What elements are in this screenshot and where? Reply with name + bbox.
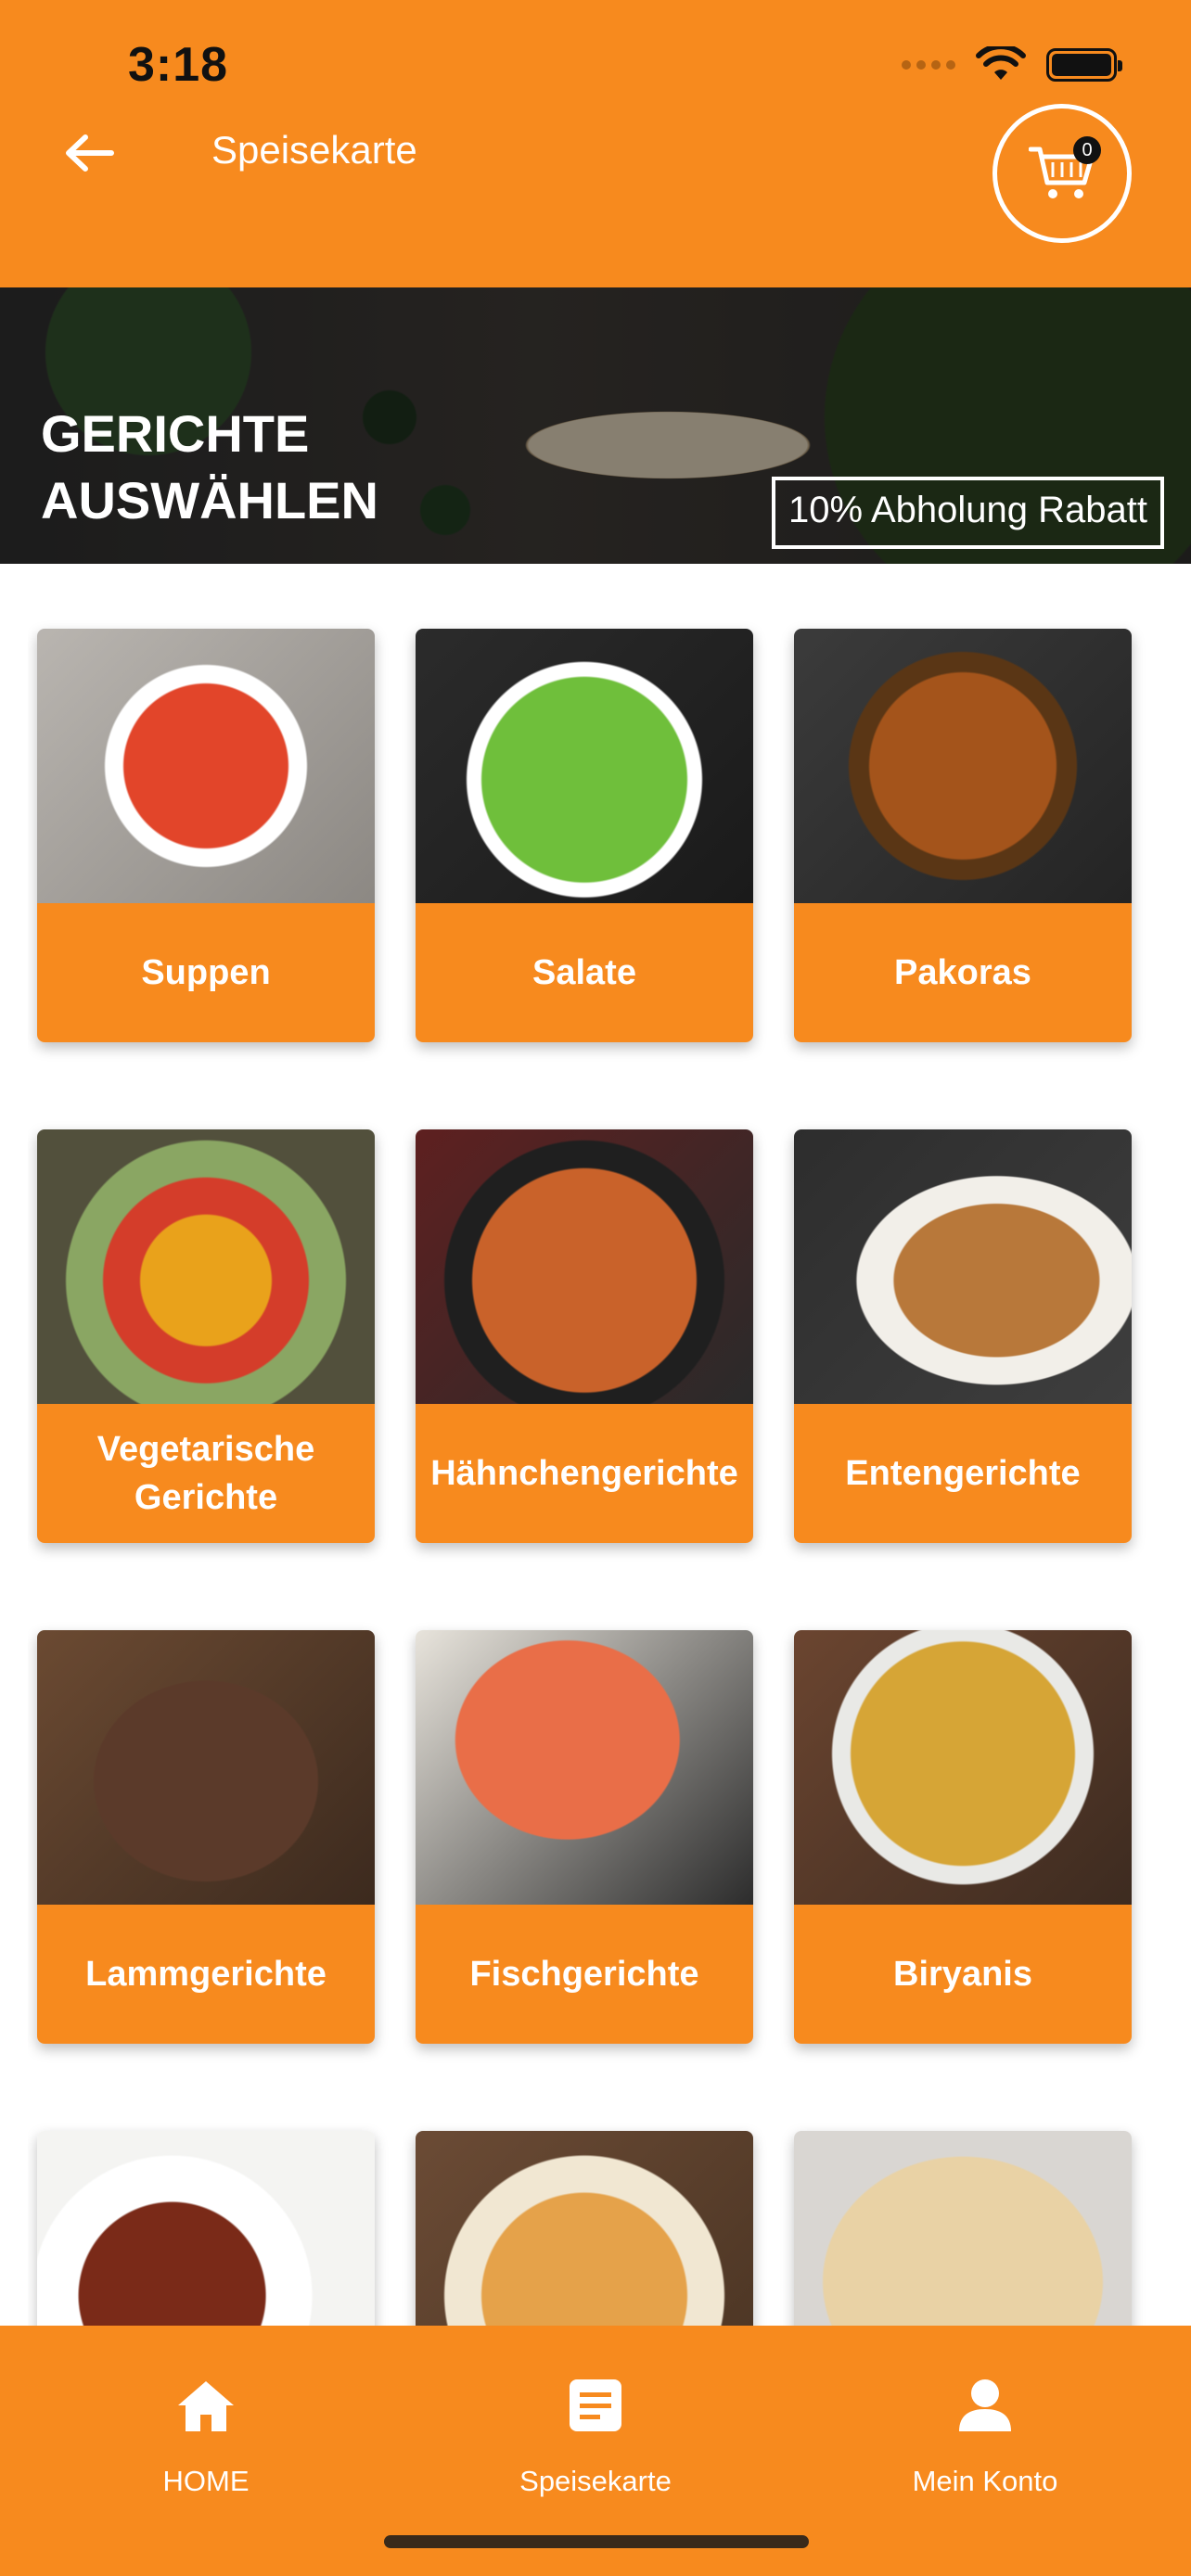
battery-icon xyxy=(1046,48,1122,82)
category-label: Vegetarische Gerichte xyxy=(37,1404,375,1543)
category-card-entengerichte[interactable]: Entengerichte xyxy=(794,1129,1132,1543)
menu-icon xyxy=(570,2379,621,2431)
category-card[interactable] xyxy=(37,2131,375,2326)
category-image xyxy=(794,2131,1132,2326)
status-time: 3:18 xyxy=(128,38,229,92)
category-image xyxy=(794,1129,1132,1404)
category-card-vegetarische-gerichte[interactable]: Vegetarische Gerichte xyxy=(37,1129,375,1543)
home-indicator[interactable] xyxy=(384,2535,809,2548)
promo-banner: GERICHTE AUSWÄHLEN 10% Abholung Rabatt xyxy=(0,287,1191,564)
category-label: Entengerichte xyxy=(794,1404,1132,1543)
home-icon xyxy=(178,2381,234,2431)
back-button[interactable] xyxy=(52,121,126,185)
category-image xyxy=(416,1129,753,1404)
category-image xyxy=(37,1630,375,1905)
category-image xyxy=(794,1630,1132,1905)
nav-item-label: Mein Konto xyxy=(912,2465,1058,2497)
category-label: Pakoras xyxy=(794,903,1132,1042)
category-image xyxy=(37,629,375,903)
category-image xyxy=(416,2131,753,2326)
account-icon xyxy=(959,2379,1011,2431)
arrow-left-icon xyxy=(66,134,114,172)
nav-item-label: Speisekarte xyxy=(519,2465,672,2497)
category-label: Biryanis xyxy=(794,1905,1132,2044)
category-label: Fischgerichte xyxy=(416,1905,753,2044)
category-card[interactable] xyxy=(794,2131,1132,2326)
category-card-lammgerichte[interactable]: Lammgerichte xyxy=(37,1630,375,2044)
category-grid: Suppen Salate Pakoras Vegetarische Geric… xyxy=(28,593,1163,2326)
category-image xyxy=(37,2131,375,2326)
nav-item-label: HOME xyxy=(162,2465,250,2497)
nav-item-speisekarte[interactable]: Speisekarte xyxy=(456,2378,735,2498)
cart-count-badge: 0 xyxy=(1073,136,1101,164)
banner-title: GERICHTE AUSWÄHLEN xyxy=(41,404,378,529)
category-card[interactable] xyxy=(416,2131,753,2326)
category-card-suppen[interactable]: Suppen xyxy=(37,629,375,1042)
signal-icon xyxy=(902,60,955,70)
category-image xyxy=(37,1129,375,1404)
category-label: Lammgerichte xyxy=(37,1905,375,2044)
status-indicators xyxy=(902,46,1122,83)
app-header: 3:18 Speisekarte 0 xyxy=(0,0,1191,287)
page-title: Speisekarte xyxy=(211,128,417,172)
nav-item-mein-konto[interactable]: Mein Konto xyxy=(846,2378,1124,2498)
category-image xyxy=(416,1630,753,1905)
category-image xyxy=(416,629,753,903)
category-label: Suppen xyxy=(37,903,375,1042)
category-card-fischgerichte[interactable]: Fischgerichte xyxy=(416,1630,753,2044)
wifi-icon xyxy=(976,46,1026,80)
discount-badge: 10% Abholung Rabatt xyxy=(772,477,1164,549)
category-card-pakoras[interactable]: Pakoras xyxy=(794,629,1132,1042)
category-card-salate[interactable]: Salate xyxy=(416,629,753,1042)
cart-button[interactable]: 0 xyxy=(992,104,1132,243)
category-image xyxy=(794,629,1132,903)
category-card-haehnchengerichte[interactable]: Hähnchengerichte xyxy=(416,1129,753,1543)
category-card-biryanis[interactable]: Biryanis xyxy=(794,1630,1132,2044)
category-label: Hähnchengerichte xyxy=(416,1404,753,1543)
nav-item-home[interactable]: HOME xyxy=(67,2378,345,2498)
category-label: Salate xyxy=(416,903,753,1042)
